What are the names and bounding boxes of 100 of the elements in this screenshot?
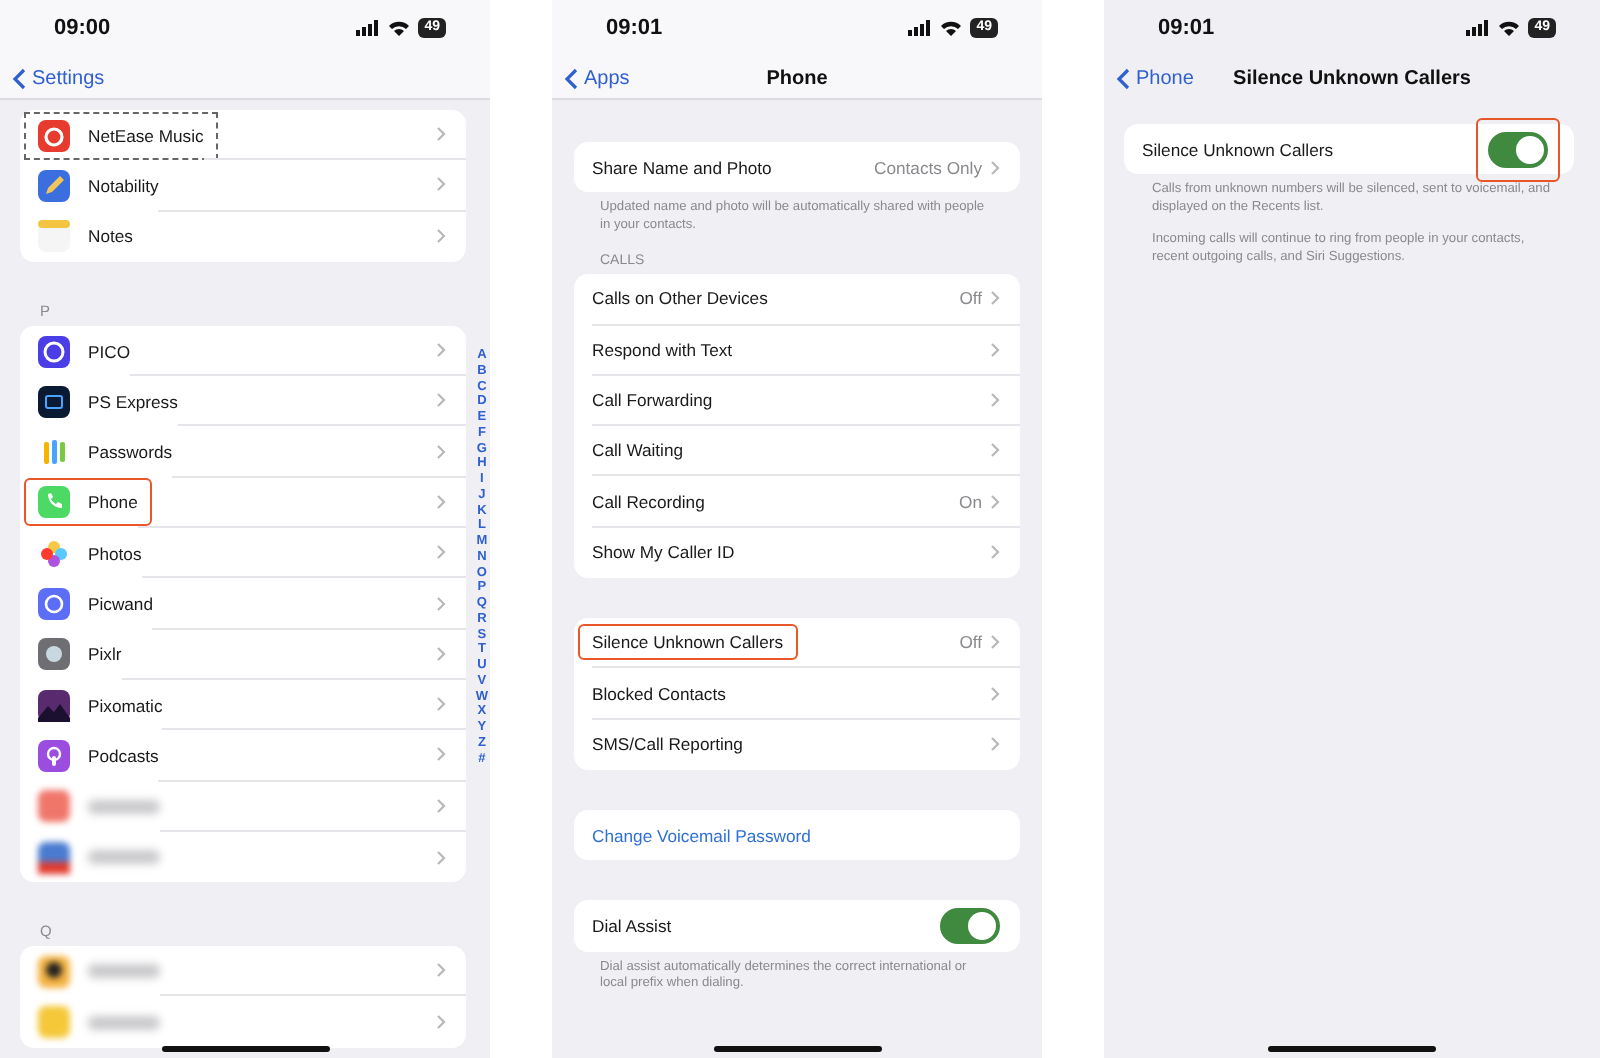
status-time: 09:00 <box>54 16 111 40</box>
app-row[interactable]: Notability <box>20 160 466 212</box>
app-row[interactable]: NetEase Music <box>20 110 466 161</box>
chevron-icon <box>990 290 1000 307</box>
settings-row[interactable]: Share Name and Photo Contacts Only <box>574 142 1020 193</box>
status-time: 09:01 <box>606 16 663 40</box>
setting-label: Silence Unknown Callers <box>592 632 784 653</box>
signal-icon <box>356 20 381 36</box>
setting-label: Call Recording <box>592 491 705 512</box>
phone-handset-icon <box>38 486 70 519</box>
chevron-icon <box>436 342 446 359</box>
app-row[interactable]: PICO <box>20 325 466 377</box>
wifi-icon <box>1498 20 1521 36</box>
chevron-icon <box>990 736 1000 753</box>
chevron-icon <box>436 493 446 510</box>
chevron-icon <box>436 962 446 979</box>
app-name: PS Express <box>88 391 178 412</box>
chevron-icon <box>990 544 1000 561</box>
settings-row[interactable]: Silence Unknown Callers Off <box>574 618 1020 669</box>
notes-icon <box>38 220 70 253</box>
chevron-icon <box>436 849 446 865</box>
back-link[interactable]: Phone <box>1116 67 1234 89</box>
lens-icon <box>38 638 70 671</box>
voicemail-link[interactable]: Change Voicemail Password <box>592 825 811 846</box>
pencil-icon <box>38 169 70 202</box>
chevron-icon <box>436 126 446 143</box>
blurred-app-icon <box>38 790 70 823</box>
ring-icon <box>38 335 70 368</box>
settings-row[interactable]: SMS/Call Reporting <box>574 719 1020 770</box>
app-row[interactable]: Passwords <box>20 426 466 478</box>
chevron-icon <box>436 544 446 561</box>
chevron-icon <box>436 595 446 612</box>
chevron-icon <box>436 228 446 245</box>
app-row[interactable]: Picwand <box>20 578 466 630</box>
chevron-icon <box>990 341 1000 358</box>
chevron-icon <box>990 442 1000 459</box>
setting-label: Dial Assist <box>592 915 672 936</box>
settings-row[interactable]: Calls on Other Devices Off <box>574 274 1020 326</box>
music-app-icon <box>38 119 70 152</box>
toggle-switch[interactable] <box>940 907 1000 944</box>
app-name: Pixomatic <box>88 695 163 716</box>
chevron-icon <box>990 634 1000 651</box>
app-row[interactable]: Notes <box>20 211 466 262</box>
app-row[interactable]: Podcasts <box>20 730 466 782</box>
chevron-icon <box>436 392 446 409</box>
camera-lens-icon <box>38 588 70 621</box>
screen-title: Phone <box>766 67 828 89</box>
back-chevron-icon <box>12 67 26 89</box>
settings-row[interactable]: Blocked Contacts <box>574 668 1020 720</box>
setting-label: Calls on Other Devices <box>592 288 768 309</box>
app-name: Notability <box>88 175 159 196</box>
settings-row[interactable]: Call Recording On <box>574 476 1020 528</box>
status-time: 09:01 <box>1158 16 1215 40</box>
back-link[interactable]: Apps <box>564 67 767 89</box>
app-name: Notes <box>88 226 133 247</box>
settings-row[interactable]: Show My Caller ID <box>574 527 1020 579</box>
app-name: NetEase Music <box>88 125 204 146</box>
app-row[interactable]: Photos <box>20 528 466 579</box>
app-name: Podcasts <box>88 745 159 766</box>
app-name: Picwand <box>88 594 153 615</box>
wifi-icon <box>388 20 411 36</box>
setting-label: Silence Unknown Callers <box>1142 139 1334 160</box>
chevron-icon <box>436 176 446 193</box>
blurred-app-icon <box>38 841 70 873</box>
signal-icon <box>1466 20 1491 36</box>
app-row[interactable]: Pixlr <box>20 629 466 680</box>
podcast-icon <box>38 739 70 772</box>
setting-label: Call Forwarding <box>592 390 713 411</box>
app-row[interactable]: Pixomatic <box>20 679 466 731</box>
blurred-app-icon <box>38 955 70 988</box>
setting-label: Blocked Contacts <box>592 683 726 704</box>
back-chevron-icon <box>564 67 578 89</box>
setting-label: SMS/Call Reporting <box>592 734 743 755</box>
setting-label: Share Name and Photo <box>592 157 772 178</box>
back-link[interactable]: Settings <box>12 67 245 89</box>
chevron-icon <box>436 746 446 763</box>
keys-icon <box>38 436 70 469</box>
settings-row[interactable]: Call Waiting <box>574 426 1020 477</box>
setting-label: Respond with Text <box>592 339 733 360</box>
settings-row[interactable]: Silence Unknown Callers <box>1124 124 1574 175</box>
app-row[interactable]: Phone <box>20 477 466 529</box>
setting-value: Contacts Only <box>874 157 982 178</box>
settings-row[interactable]: Call Forwarding <box>574 375 1020 427</box>
setting-value: Off <box>959 632 982 653</box>
chevron-icon <box>436 645 446 662</box>
back-chevron-icon <box>1116 67 1130 89</box>
setting-value: Off <box>959 288 982 309</box>
settings-row[interactable]: Change Voicemail Password <box>574 809 1020 861</box>
wifi-icon <box>940 20 963 36</box>
flower-icon <box>38 537 70 570</box>
app-row[interactable]: PS Express <box>20 376 466 427</box>
setting-value: On <box>959 491 982 512</box>
toggle-switch[interactable] <box>1488 131 1548 168</box>
app-name: Phone <box>88 492 138 513</box>
settings-row[interactable]: Respond with Text <box>574 325 1020 376</box>
signal-icon <box>908 20 933 36</box>
chevron-icon <box>990 493 1000 510</box>
chevron-icon <box>436 696 446 713</box>
mountain-icon <box>38 689 70 722</box>
settings-row[interactable]: Dial Assist <box>574 900 1020 952</box>
